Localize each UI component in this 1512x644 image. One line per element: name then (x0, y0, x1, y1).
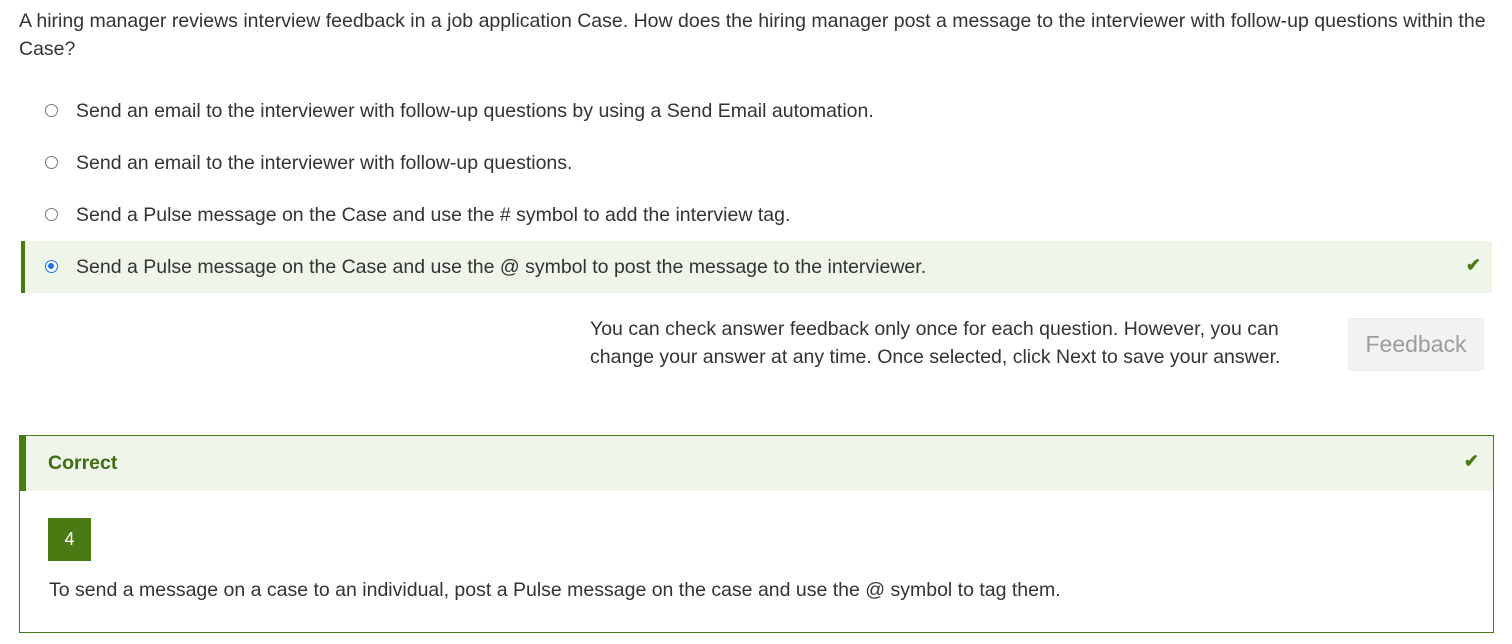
answer-option-3[interactable]: Send a Pulse message on the Case and use… (21, 189, 1492, 241)
radio-button[interactable] (45, 208, 58, 221)
radio-button[interactable] (45, 104, 58, 117)
option-label[interactable]: Send an email to the interviewer with fo… (76, 85, 874, 137)
radio-button[interactable] (45, 156, 58, 169)
feedback-note: You can check answer feedback only once … (590, 318, 1281, 368)
result-panel: Correct ✔ 4 To send a message on a case … (19, 435, 1494, 633)
correct-answer-badge: 4 (48, 518, 91, 561)
question-text: A hiring manager reviews interview feedb… (19, 10, 1486, 60)
answer-option-2[interactable]: Send an email to the interviewer with fo… (21, 137, 1492, 189)
option-label[interactable]: Send a Pulse message on the Case and use… (76, 241, 926, 293)
option-label[interactable]: Send a Pulse message on the Case and use… (76, 189, 790, 241)
result-header: Correct ✔ (20, 436, 1493, 491)
answer-option-1[interactable]: Send an email to the interviewer with fo… (21, 85, 1492, 137)
check-icon: ✔ (1465, 255, 1481, 275)
answer-option-4[interactable]: Send a Pulse message on the Case and use… (21, 241, 1492, 293)
feedback-button[interactable]: Feedback (1348, 318, 1484, 371)
option-label[interactable]: Send an email to the interviewer with fo… (76, 137, 572, 189)
answer-explanation: To send a message on a case to an indivi… (49, 579, 1061, 601)
result-status: Correct (48, 452, 118, 474)
radio-button-selected[interactable] (45, 260, 58, 273)
check-icon: ✔ (1463, 451, 1479, 471)
